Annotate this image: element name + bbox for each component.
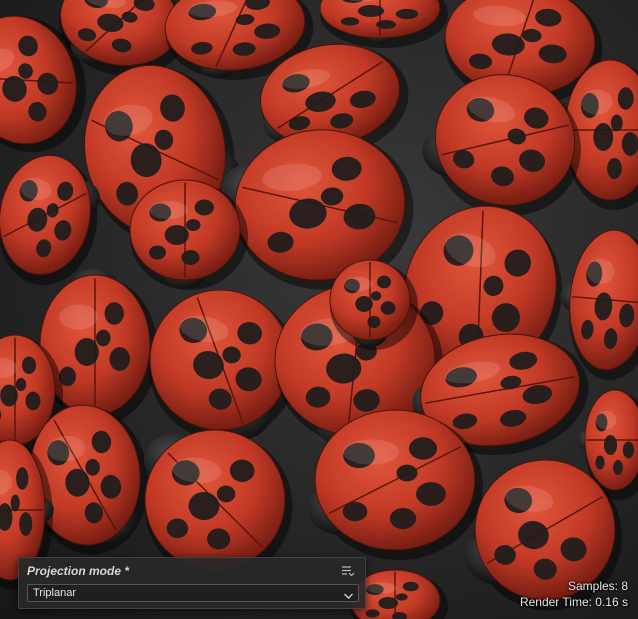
render-time: Render Time: 0.16 s [519,595,628,609]
render-viewport[interactable] [0,0,638,619]
ladybug [329,259,418,350]
chevron-down-icon [343,588,354,599]
panel-title: Projection mode * [27,564,130,578]
ladybug [319,0,448,48]
render-stats: Samples: 8 Render Time: 0.16 s [520,578,628,610]
projection-mode-select[interactable]: Triplanar [27,584,359,602]
samples-count: Samples: 8 [567,579,628,593]
projection-mode-value: Triplanar [33,587,76,599]
ladybug-scene [0,0,638,619]
projection-mode-panel: Projection mode * Triplanar [18,557,366,609]
list-options-icon[interactable] [341,564,355,577]
